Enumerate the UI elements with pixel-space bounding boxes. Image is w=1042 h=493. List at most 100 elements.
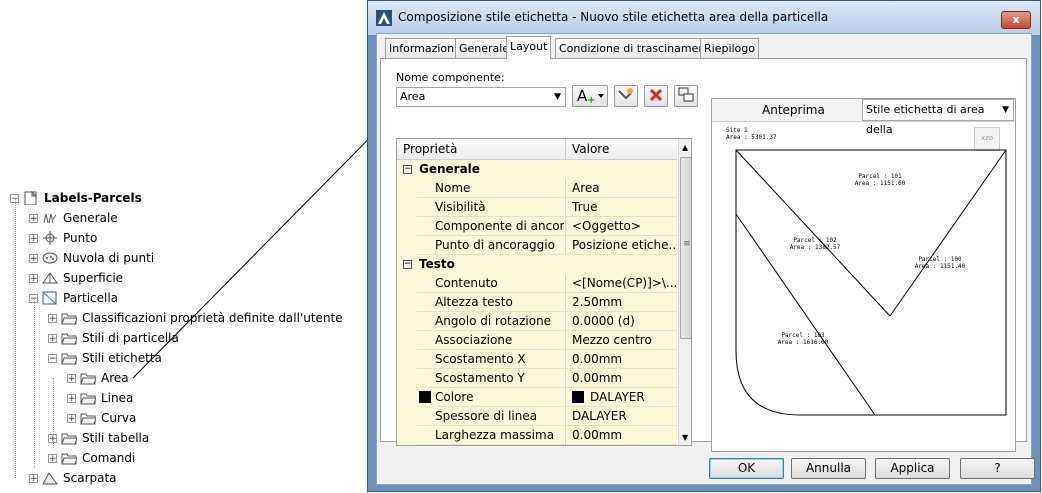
expand-icon[interactable]: + <box>48 313 57 323</box>
property-row[interactable]: Angolo di rotazione 0.0000 (d) <box>397 312 677 331</box>
help-button[interactable]: ? <box>960 458 1035 479</box>
tree-item-area[interactable]: + Area <box>67 368 129 388</box>
expand-icon[interactable]: + <box>29 233 38 243</box>
preview-parcel-area: Area : 1616.00 <box>778 339 829 346</box>
tree-item-generale[interactable]: + Generale <box>29 208 118 228</box>
tree-item-stili-etichetta[interactable]: − Stili etichetta <box>48 348 162 368</box>
preview-parcel-area: Area : 1151.40 <box>915 263 966 270</box>
property-row[interactable]: Spessore di linea DALAYER <box>397 407 677 426</box>
grid-header: Proprietà Valore <box>397 139 677 160</box>
tree-item-scarpata[interactable]: + Scarpata <box>29 468 117 488</box>
ok-button[interactable]: OK <box>709 458 784 479</box>
collapse-icon[interactable]: − <box>403 260 412 269</box>
dialog-client: Informazioni Generale Layout Condizione … <box>376 33 1035 485</box>
row-gutter <box>397 293 417 312</box>
folder-icon <box>80 393 96 405</box>
expand-icon[interactable]: + <box>48 453 57 463</box>
expand-icon[interactable]: + <box>29 273 38 283</box>
property-value[interactable]: DALAYER <box>565 388 677 407</box>
property-row[interactable]: Punto di ancoraggio Posizione etiche... <box>397 236 677 255</box>
title-bar: Composizione stile etichetta - Nuovo sti… <box>368 1 1040 35</box>
property-row[interactable]: Contenuto <[Nome(CP)]>\... <box>397 274 677 293</box>
color-swatch-icon <box>419 391 431 403</box>
property-name: Punto di ancoraggio <box>417 236 564 255</box>
col-divider <box>565 139 566 159</box>
property-row[interactable]: Componente di ancor... <Oggetto> <box>397 217 677 236</box>
tree-item-superficie[interactable]: + Superficie <box>29 268 123 288</box>
color-swatch-icon <box>572 391 584 403</box>
property-row[interactable]: Associazione Mezzo centro <box>397 331 677 350</box>
collapse-icon[interactable]: − <box>48 353 57 363</box>
property-value[interactable]: <Oggetto> <box>565 217 677 236</box>
folder-icon <box>61 433 77 445</box>
component-order-button[interactable] <box>674 85 698 107</box>
tree-item-curva[interactable]: + Curva <box>67 408 136 428</box>
property-row[interactable]: Scostamento Y 0.00mm <box>397 369 677 388</box>
chevron-down-icon: ▼ <box>554 92 561 102</box>
expand-icon[interactable]: + <box>67 413 76 423</box>
tree-item-nuvola-di-punti[interactable]: + Nuvola di punti <box>29 248 154 268</box>
row-gutter <box>397 179 417 198</box>
property-value[interactable]: 2.50mm <box>565 293 677 312</box>
tree-item-label: Classificazioni proprietà definite dall'… <box>82 311 343 325</box>
category-testo[interactable]: − Testo <box>397 255 677 274</box>
tree-item-label: Superficie <box>63 271 124 285</box>
tab-riepilogo[interactable]: Riepilogo <box>700 38 760 58</box>
delete-component-button[interactable] <box>644 85 668 107</box>
tree-item-label: Scarpata <box>63 471 117 485</box>
property-name: Visibilità <box>417 198 564 217</box>
tree-item-stili-di-particella[interactable]: + Stili di particella <box>48 328 179 348</box>
row-gutter <box>397 426 417 445</box>
property-row[interactable]: Visibilità True <box>397 198 677 217</box>
property-value[interactable]: <[Nome(CP)]>\... <box>565 274 677 293</box>
tab-informazioni[interactable]: Informazioni <box>385 38 462 58</box>
expand-icon[interactable]: + <box>48 333 57 343</box>
property-row[interactable]: Colore DALAYER <box>397 388 677 407</box>
tree-item-labels-parcels[interactable]: − Labels-Parcels <box>10 188 142 208</box>
tree-item-particella[interactable]: − Particella <box>29 288 118 308</box>
component-name-select[interactable]: Area ▼ <box>396 87 566 107</box>
property-value[interactable]: Posizione etiche... <box>565 236 677 255</box>
tab-generale[interactable]: Generale <box>455 38 514 58</box>
property-row[interactable]: Scostamento X 0.00mm <box>397 350 677 369</box>
tab-layout[interactable]: Layout <box>506 36 552 59</box>
add-component-button[interactable]: A + <box>572 85 608 107</box>
property-name: Colore <box>417 388 564 407</box>
expand-icon[interactable]: + <box>29 473 38 483</box>
property-value[interactable]: Area <box>565 179 677 198</box>
scroll-down-icon[interactable]: ▼ <box>682 433 688 442</box>
tree-guide-line <box>34 298 35 468</box>
property-value[interactable]: 0.0000 (d) <box>565 312 677 331</box>
tree-item-punto[interactable]: + Punto <box>29 228 97 248</box>
property-name: Altezza testo <box>417 293 564 312</box>
grid-scrollbar[interactable]: ▲ ≡ ▼ <box>678 139 691 445</box>
cancel-button[interactable]: Annulla <box>791 458 866 479</box>
expand-icon[interactable]: + <box>29 213 38 223</box>
apply-button[interactable]: Applica <box>875 458 950 479</box>
tree-item-comandi[interactable]: + Comandi <box>48 448 135 468</box>
property-row[interactable]: Nome Area <box>397 179 677 198</box>
tree-item-classificazioni-propriet-definite-dall-utente[interactable]: + Classificazioni proprietà definite dall… <box>48 308 343 328</box>
property-row[interactable]: Larghezza massima 0.00mm <box>397 426 677 445</box>
property-value[interactable]: 0.00mm <box>565 426 677 445</box>
expand-icon[interactable]: + <box>67 393 76 403</box>
property-value[interactable]: 0.00mm <box>565 350 677 369</box>
expand-icon[interactable]: + <box>67 373 76 383</box>
property-row[interactable]: Altezza testo 2.50mm <box>397 293 677 312</box>
expand-icon[interactable]: + <box>29 253 38 263</box>
collapse-icon[interactable]: − <box>403 165 412 174</box>
scroll-up-icon[interactable]: ▲ <box>682 143 688 152</box>
copy-component-button[interactable] <box>614 85 638 107</box>
point-cloud-icon <box>42 252 58 264</box>
close-button[interactable]: x <box>1001 11 1031 29</box>
property-value[interactable]: 0.00mm <box>565 369 677 388</box>
tree-item-stili-tabella[interactable]: + Stili tabella <box>48 428 149 448</box>
row-gutter <box>397 217 417 236</box>
category-generale[interactable]: − Generale <box>397 160 677 179</box>
tree-item-linea[interactable]: + Linea <box>67 388 133 408</box>
property-value[interactable]: Mezzo centro <box>565 331 677 350</box>
property-value[interactable]: True <box>565 198 677 217</box>
row-gutter <box>397 350 417 369</box>
property-value[interactable]: DALAYER <box>565 407 677 426</box>
tab-condizione-trascinamento[interactable]: Condizione di trascinamento <box>555 38 721 58</box>
